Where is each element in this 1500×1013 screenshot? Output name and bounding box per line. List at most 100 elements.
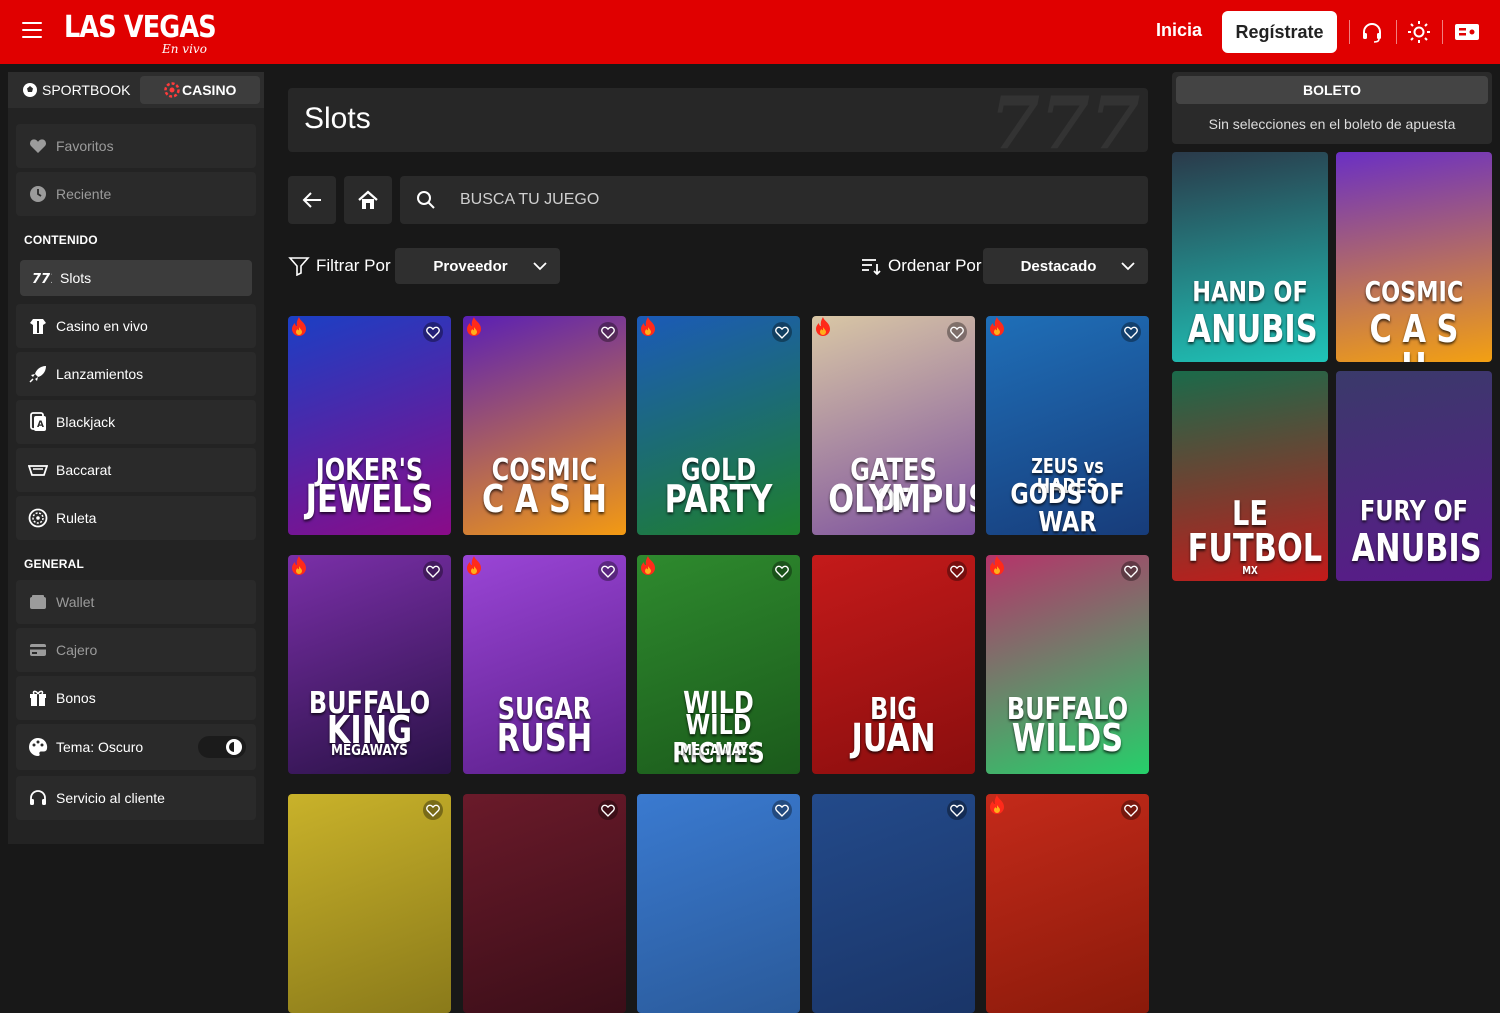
game-card[interactable]: SUGAR RUSH <box>462 555 626 774</box>
game-thumbnail <box>637 794 800 1013</box>
game-card[interactable]: BUFFALO WILDS <box>986 555 1149 774</box>
sportbook-tab[interactable]: SPORTBOOK <box>22 76 130 104</box>
sidebar-item-slots[interactable]: 777 Slots <box>20 260 252 296</box>
top-bar: LAS VEGAS En vivo Inicia Regístrate <box>0 0 1500 64</box>
sidebar-item-baccarat[interactable]: Baccarat <box>16 448 256 492</box>
fire-icon <box>639 316 657 338</box>
game-title-line2: JUAN <box>850 716 936 760</box>
promo-card[interactable]: FURY OF ANUBIS <box>1336 371 1492 581</box>
sidebar: SPORTBOOK CASINO Favoritos Reciente CONT… <box>8 72 264 844</box>
search-input[interactable] <box>460 191 1060 209</box>
fire-icon <box>988 555 1006 577</box>
svg-text:A: A <box>37 420 44 430</box>
logo[interactable]: LAS VEGAS En vivo <box>64 10 243 56</box>
card-icon <box>28 640 48 660</box>
game-card[interactable] <box>811 794 975 1013</box>
login-link[interactable]: Inicia <box>1156 20 1202 41</box>
home-button[interactable] <box>344 176 392 224</box>
game-card[interactable]: WILD WILD RICHES MEGAWAYS <box>637 555 800 774</box>
sidebar-item-roulette[interactable]: Ruleta <box>16 496 256 540</box>
game-card[interactable] <box>462 794 626 1013</box>
wallet-icon <box>28 592 48 612</box>
sidebar-item-live-casino[interactable]: Casino en vivo <box>16 304 256 348</box>
heart-icon[interactable] <box>946 322 967 342</box>
arrow-left-icon <box>302 192 321 208</box>
game-card[interactable]: ZEUS vs HADES GODS OF WAR <box>986 316 1149 535</box>
slots-decoration: 777 <box>990 88 1141 152</box>
sidebar-item-label: Lanzamientos <box>56 366 144 382</box>
sidebar-item-wallet[interactable]: Wallet <box>16 580 256 624</box>
game-card[interactable]: JOKER'S JEWELS <box>288 316 451 535</box>
sidebar-item-bonuses[interactable]: Bonos <box>16 676 256 720</box>
divider <box>1349 20 1350 44</box>
game-card[interactable] <box>637 794 800 1013</box>
palette-icon <box>28 737 48 757</box>
back-button[interactable] <box>288 176 336 224</box>
game-card[interactable]: GOLD PARTY <box>637 316 800 535</box>
promo-card[interactable]: HAND OF ANUBIS <box>1172 152 1328 362</box>
game-card[interactable]: BUFFALO KING MEGAWAYS <box>288 555 451 774</box>
heart-icon[interactable] <box>772 800 792 820</box>
search-icon <box>417 191 435 209</box>
heart-icon[interactable] <box>1121 561 1141 581</box>
casino-tab[interactable]: CASINO <box>140 76 260 104</box>
fire-icon <box>988 794 1006 816</box>
sidebar-item-blackjack[interactable]: A Blackjack <box>16 400 256 444</box>
promo-title-line2: ANUBIS <box>1187 307 1318 351</box>
sun-icon[interactable] <box>1407 20 1431 44</box>
sidebar-item-recent[interactable]: Reciente <box>16 172 256 216</box>
sidebar-item-label: Wallet <box>56 594 95 610</box>
search-bar[interactable] <box>400 176 1148 224</box>
game-title-line2: OLYMPUS <box>827 477 975 521</box>
filter-label: Filtrar Por <box>288 256 391 276</box>
heart-icon[interactable] <box>597 561 618 581</box>
fire-icon <box>465 555 483 577</box>
game-card[interactable]: COSMIC C A S H <box>462 316 626 535</box>
heart-icon[interactable] <box>946 561 967 581</box>
chip-icon <box>164 82 180 98</box>
fire-icon <box>290 316 308 338</box>
headset-icon[interactable] <box>1360 20 1384 44</box>
register-button[interactable]: Regístrate <box>1222 11 1337 53</box>
sort-label-text: Ordenar Por <box>888 256 982 275</box>
menu-icon[interactable] <box>22 22 42 38</box>
promo-title-line1: COSMIC <box>1364 275 1464 308</box>
sidebar-item-theme[interactable]: Tema: Oscuro <box>16 724 256 770</box>
heart-icon[interactable] <box>423 561 443 581</box>
sidebar-item-launches[interactable]: Lanzamientos <box>16 352 256 396</box>
sidebar-item-label: Servicio al cliente <box>56 790 165 806</box>
theme-toggle[interactable] <box>198 736 246 758</box>
dealer-icon <box>28 316 48 336</box>
game-thumbnail <box>288 794 451 1013</box>
game-card[interactable] <box>986 794 1149 1013</box>
heart-icon[interactable] <box>1121 322 1141 342</box>
sidebar-item-support[interactable]: Servicio al cliente <box>16 776 256 820</box>
sort-icon <box>862 259 881 276</box>
game-card[interactable]: BIG JUAN <box>811 555 975 774</box>
divider <box>1442 20 1443 44</box>
heart-icon[interactable] <box>772 322 792 342</box>
heart-icon[interactable] <box>597 800 618 820</box>
promo-title-line2: ANUBIS <box>1351 526 1482 570</box>
promo-card[interactable]: COSMICC A S H <box>1336 152 1492 362</box>
game-title-line3: MEGAWAYS <box>680 741 757 759</box>
heart-icon[interactable] <box>423 800 443 820</box>
section-heading-general: GENERAL <box>24 557 85 571</box>
heart-icon[interactable] <box>1121 800 1141 820</box>
game-title-line2: C A S H <box>481 477 607 521</box>
sidebar-item-favorites[interactable]: Favoritos <box>16 124 256 168</box>
heart-icon[interactable] <box>946 800 967 820</box>
provider-select[interactable]: Proveedor <box>395 248 560 284</box>
roulette-icon <box>28 508 48 528</box>
game-card[interactable]: GATES OF OLYMPUS <box>811 316 975 535</box>
sidebar-item-cashier[interactable]: Cajero <box>16 628 256 672</box>
game-card[interactable] <box>288 794 451 1013</box>
heart-icon[interactable] <box>772 561 792 581</box>
promo-card[interactable]: LE FUTBOL MX <box>1172 371 1328 581</box>
mode-switch: SPORTBOOK CASINO <box>8 72 264 108</box>
betslip-tab[interactable]: BOLETO <box>1176 76 1488 104</box>
heart-icon[interactable] <box>597 322 618 342</box>
sort-select[interactable]: Destacado <box>983 248 1148 284</box>
heart-icon[interactable] <box>423 322 443 342</box>
ticket-icon[interactable] <box>1454 20 1479 44</box>
